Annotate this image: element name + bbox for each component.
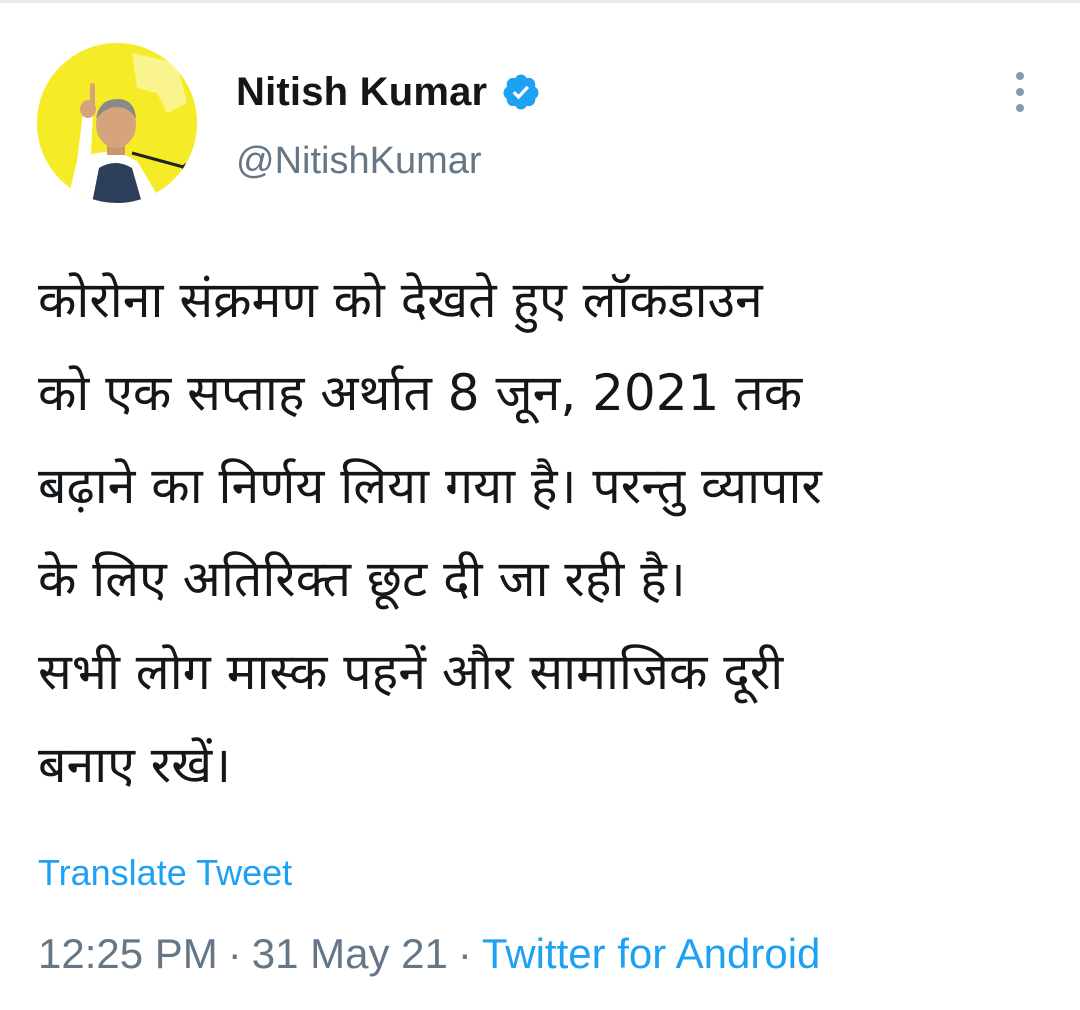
tweet-source-link[interactable]: Twitter for Android: [482, 930, 820, 977]
tweet-metadata: 12:25 PM · 31 May 21 · Twitter for Android: [38, 930, 820, 978]
tweet-card: Nitish Kumar @NitishKumar कोरोना संक्रमण…: [0, 0, 1080, 1010]
tweet-text-line: के लिए अतिरिक्त छूट दी जा रही है।: [38, 550, 686, 608]
tweet-text-line: बढ़ाने का निर्णय लिया गया है। परन्तु व्य…: [38, 457, 822, 515]
author-name-row[interactable]: Nitish Kumar: [236, 64, 541, 120]
tweet-text-line: सभी लोग मास्क पहनें और सामाजिक दूरी: [38, 643, 784, 701]
author-display-name[interactable]: Nitish Kumar: [236, 70, 487, 115]
meta-separator: ·: [457, 930, 472, 977]
avatar[interactable]: [37, 43, 197, 203]
meta-separator: ·: [227, 930, 242, 977]
verified-badge-icon: [501, 72, 541, 112]
tweet-text: कोरोना संक्रमण को देखते हुए लॉकडाउन को ए…: [38, 254, 1068, 812]
more-dot: [1016, 88, 1024, 96]
more-vertical-icon[interactable]: [1004, 72, 1036, 112]
more-dot: [1016, 104, 1024, 112]
top-divider: [0, 0, 1080, 3]
tweet-time[interactable]: 12:25 PM: [38, 930, 218, 977]
author-handle[interactable]: @NitishKumar: [236, 140, 482, 183]
tweet-text-line: को एक सप्ताह अर्थात 8 जून, 2021 तक: [38, 364, 803, 422]
tweet-text-line: कोरोना संक्रमण को देखते हुए लॉकडाउन: [38, 271, 763, 329]
translate-tweet-link[interactable]: Translate Tweet: [38, 852, 292, 894]
tweet-date[interactable]: 31 May 21: [252, 930, 448, 977]
more-dot: [1016, 72, 1024, 80]
tweet-text-line: बनाए रखें।: [38, 736, 232, 794]
